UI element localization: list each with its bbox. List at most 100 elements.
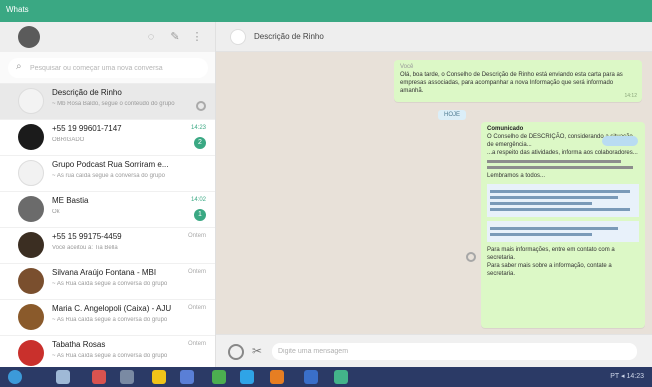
window-title: Whats: [6, 5, 29, 14]
app-icon[interactable]: [120, 370, 134, 384]
message-area[interactable]: Você Olá, boa tarde, o Conselho de Descr…: [216, 52, 652, 334]
message-input[interactable]: [272, 343, 637, 360]
chat-preview: Você aceitou à: Tia Bella: [52, 245, 118, 251]
text-placeholder: [490, 190, 631, 193]
chat-item[interactable]: Descrição de Rinho ~ Mb Rosa Baldo, segu…: [0, 84, 215, 120]
chat-time: Ontem: [187, 269, 206, 275]
app-icon[interactable]: [304, 370, 318, 384]
contact-avatar: [18, 124, 44, 150]
chat-time: Ontem: [187, 233, 206, 239]
system-tray[interactable]: PT ◂ 14:23: [610, 372, 644, 380]
text-placeholder: [490, 233, 593, 236]
app-icon[interactable]: [180, 370, 194, 384]
chat-name: +55 15 99175-4459: [52, 232, 122, 241]
menu-icon[interactable]: ⋮: [190, 30, 204, 44]
search-box[interactable]: ⌕: [8, 58, 208, 78]
text-placeholder: [487, 166, 633, 169]
text-placeholder: [490, 208, 631, 211]
reaction-icon[interactable]: [466, 252, 476, 262]
chat-preview: ~ As Rua caída segue a conversa do grupo: [52, 353, 168, 359]
status-icon[interactable]: ◌: [144, 30, 158, 44]
unread-badge: 1: [194, 209, 206, 221]
contact-avatar: [18, 340, 44, 366]
contact-avatar: [18, 196, 44, 222]
unread-badge: 2: [194, 137, 206, 149]
chat-name: Maria C. Angelopoli (Caixa) - AJU: [52, 304, 172, 313]
document-highlight: [487, 221, 639, 242]
chat-name: Descrição de Rinho: [52, 88, 122, 97]
document-table: [487, 184, 639, 217]
date-chip: HOJE: [438, 110, 467, 120]
app-icon[interactable]: [56, 370, 70, 384]
document-line: ...a respeito das atividades, informa ao…: [487, 150, 638, 156]
search-input[interactable]: [30, 61, 202, 75]
new-chat-icon[interactable]: ✎: [168, 30, 182, 44]
chat-item[interactable]: +55 15 99175-4459 Você aceitou à: Tia Be…: [0, 228, 215, 264]
text-placeholder: [490, 202, 593, 205]
window-titlebar: Whats: [0, 0, 652, 22]
outgoing-message[interactable]: Você Olá, boa tarde, o Conselho de Descr…: [394, 60, 642, 102]
search-icon: ⌕: [16, 61, 22, 72]
chat-preview: ~ As Rua caída segue a conversa do grupo: [52, 317, 168, 323]
taskbar: PT ◂ 14:23: [0, 367, 652, 387]
chat-name: +55 19 99601-7147: [52, 124, 122, 133]
chat-list-pane: ◌ ✎ ⋮ ⌕ Descrição de Rinho ~ Mb Rosa Bal…: [0, 22, 216, 367]
chat-preview: ~ Mb Rosa Baldo, segue o conteúdo do gru…: [52, 101, 175, 107]
start-button-icon[interactable]: [8, 370, 22, 384]
group-avatar: [18, 88, 44, 114]
chat-name: Grupo Podcast Rua Sorriram e...: [52, 160, 169, 169]
emoji-icon[interactable]: [228, 344, 244, 360]
text-placeholder: [490, 196, 619, 199]
chat-item[interactable]: Tabatha Rosas ~ As Rua caída segue a con…: [0, 336, 215, 367]
message-text: Olá, boa tarde, o Conselho de Descrição …: [400, 72, 623, 94]
chat-time: Ontem: [187, 341, 206, 347]
group-avatar[interactable]: [230, 29, 246, 45]
folder-icon[interactable]: [152, 370, 166, 384]
document-message[interactable]: Comunicado O Conselho de DESCRIÇÃO, cons…: [481, 122, 645, 328]
chat-preview: ~ As Rua caída segue a conversa do grupo: [52, 281, 168, 287]
contact-avatar: [18, 268, 44, 294]
app-icon[interactable]: [212, 370, 226, 384]
chat-item[interactable]: Maria C. Angelopoli (Caixa) - AJU ~ As R…: [0, 300, 215, 336]
chat-item[interactable]: Silvana Araújo Fontana - MBI ~ As Rua ca…: [0, 264, 215, 300]
message-sender: Você: [400, 64, 414, 70]
conversation-header[interactable]: Descrição de Rinho: [216, 22, 652, 52]
chat-preview: Ok: [52, 209, 60, 215]
chat-list: Descrição de Rinho ~ Mb Rosa Baldo, segu…: [0, 84, 215, 367]
message-callout: [602, 136, 638, 146]
chat-time: 14:02: [190, 197, 206, 203]
document-line: Para mais informações, entre em contato …: [487, 247, 615, 261]
app-icon[interactable]: [240, 370, 254, 384]
document-line: Lembramos a todos...: [487, 173, 546, 179]
contact-avatar: [18, 304, 44, 330]
search-row: ⌕: [0, 52, 215, 84]
chat-preview: OBRIGADO: [52, 137, 85, 143]
app-icon[interactable]: [270, 370, 284, 384]
chat-time: Ontem: [187, 305, 206, 311]
document-footer: Para saber mais sobre a informação, cont…: [487, 263, 612, 277]
contact-avatar: [18, 232, 44, 258]
group-avatar: [18, 160, 44, 186]
chat-item[interactable]: ME Bastia Ok 14:02 1: [0, 192, 215, 228]
document-title: Comunicado: [487, 126, 524, 132]
settings-icon[interactable]: [196, 101, 206, 111]
chat-preview: ~ As rua caída segue a conversa do grupo: [52, 173, 165, 179]
chat-name: Silvana Araújo Fontana - MBI: [52, 268, 157, 277]
my-avatar[interactable]: [18, 26, 40, 48]
chat-time: 14:23: [190, 125, 206, 131]
chat-item[interactable]: Grupo Podcast Rua Sorriram e... ~ As rua…: [0, 156, 215, 192]
conversation-pane: Descrição de Rinho Você Olá, boa tarde, …: [216, 22, 652, 367]
left-header: ◌ ✎ ⋮: [0, 22, 215, 52]
message-time: 14:12: [624, 93, 637, 99]
app-icon[interactable]: [92, 370, 106, 384]
attach-icon[interactable]: ✂: [252, 344, 262, 358]
app-icon[interactable]: [334, 370, 348, 384]
text-placeholder: [487, 160, 621, 163]
app-window: ◌ ✎ ⋮ ⌕ Descrição de Rinho ~ Mb Rosa Bal…: [0, 22, 652, 367]
chat-name: Tabatha Rosas: [52, 340, 106, 349]
chat-name: ME Bastia: [52, 196, 89, 205]
chat-item[interactable]: +55 19 99601-7147 OBRIGADO 14:23 2: [0, 120, 215, 156]
conversation-title: Descrição de Rinho: [254, 32, 324, 41]
text-placeholder: [490, 227, 619, 230]
compose-bar: ✂: [216, 334, 652, 367]
